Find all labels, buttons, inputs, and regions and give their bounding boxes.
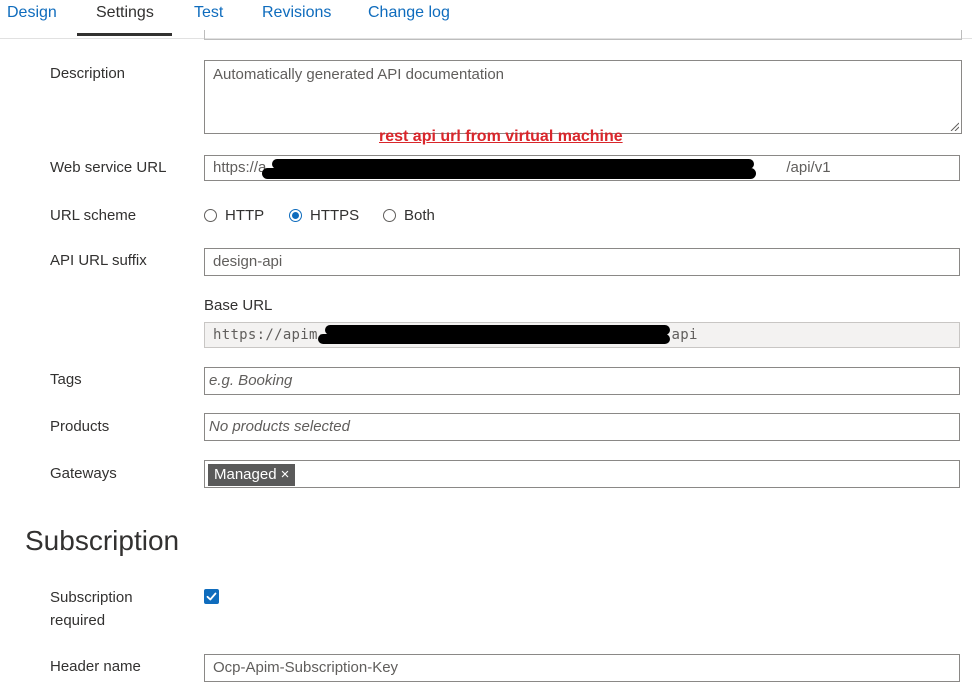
tab-change-log[interactable]: Change log [368,4,450,22]
tab-revisions[interactable]: Revisions [262,4,331,22]
radio-http-label: HTTP [225,207,265,224]
radio-https[interactable]: HTTPS [289,207,359,224]
base-url-prefix: https://apim- [213,327,327,343]
base-url-suffix: api [671,327,698,343]
description-label: Description [50,65,126,82]
active-tab-indicator [77,33,172,36]
header-name-input[interactable]: Ocp-Apim-Subscription-Key [204,654,960,682]
resize-grip-icon[interactable] [950,122,959,131]
header-name-value: Ocp-Apim-Subscription-Key [213,659,399,676]
subscription-required-checkbox[interactable] [204,589,219,604]
gateway-chip-label: Managed [214,466,277,483]
tags-input[interactable]: e.g. Booking [204,367,960,395]
web-service-url-prefix: https://a [213,159,267,176]
annotation-note: rest api url from virtual machine [379,128,623,145]
tags-label: Tags [50,371,82,388]
gateway-chip-managed: Managed × [208,464,296,486]
header-name-label: Header name [50,658,141,675]
tab-test[interactable]: Test [194,4,223,22]
checkmark-icon [206,592,217,601]
radio-https-circle[interactable] [289,209,302,222]
tab-settings[interactable]: Settings [96,4,154,22]
radio-http-circle[interactable] [204,209,217,222]
radio-http[interactable]: HTTP [204,207,264,224]
tab-design[interactable]: Design [7,4,57,22]
products-placeholder: No products selected [209,418,350,435]
web-service-url-suffix: /api/v1 [786,159,831,176]
web-service-url-label: Web service URL [50,159,167,176]
redaction-mark [318,334,670,344]
description-textarea[interactable]: Automatically generated API documentatio… [204,60,962,134]
radio-both-label: Both [404,207,435,224]
base-url-label: Base URL [204,297,273,314]
tags-placeholder: e.g. Booking [209,372,293,389]
radio-both-circle[interactable] [383,209,396,222]
description-value: Automatically generated API documentatio… [213,66,505,83]
redaction-mark [262,168,756,179]
radio-both[interactable]: Both [383,207,435,224]
api-url-suffix-label: API URL suffix [50,252,147,269]
gateways-label: Gateways [50,465,117,482]
subscription-section-title: Subscription [25,525,180,556]
products-input[interactable]: No products selected [204,413,960,441]
api-url-suffix-input[interactable]: design-api [204,248,960,276]
products-label: Products [50,418,110,435]
chip-remove-icon[interactable]: × [281,466,290,483]
subscription-required-label-line2: required [50,612,106,629]
url-scheme-label: URL scheme [50,207,137,224]
subscription-required-label-line1: Subscription [50,589,133,606]
previous-field-bottom [204,30,962,40]
radio-https-label: HTTPS [310,207,360,224]
gateways-input[interactable] [204,460,960,488]
api-url-suffix-value: design-api [213,253,283,270]
